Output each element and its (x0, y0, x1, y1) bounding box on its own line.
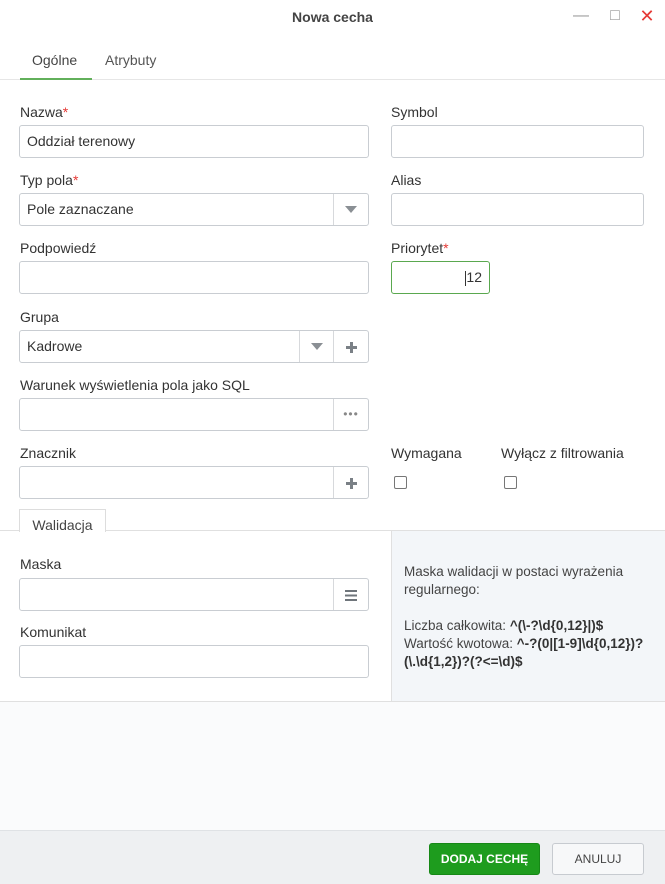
required-mark: * (62, 104, 69, 120)
chevron-down-icon[interactable] (299, 331, 334, 362)
required-mark: * (72, 172, 79, 188)
amount-label: Wartość kwotowa: (404, 636, 517, 651)
maximize-icon[interactable]: □ (605, 6, 625, 26)
tab-attributes[interactable]: Atrybuty (105, 52, 156, 68)
symbol-input[interactable] (391, 125, 644, 158)
cancel-button[interactable]: ANULUJ (552, 843, 644, 875)
add-group-button[interactable] (333, 331, 368, 362)
field-type-value: Pole zaznaczane (27, 201, 134, 217)
chevron-down-icon[interactable] (333, 194, 368, 225)
message-input[interactable] (19, 645, 369, 678)
priority-label: Priorytet* (391, 240, 449, 256)
add-tag-button[interactable] (333, 467, 368, 498)
priority-label-text: Priorytet (391, 240, 444, 256)
main-form: Nazwa* Oddział terenowy Symbol Typ pola*… (0, 80, 665, 530)
priority-value: 12 (466, 269, 482, 285)
symbol-label: Symbol (391, 104, 438, 120)
required-mark: * (443, 240, 449, 256)
title-bar: Nowa cecha — □ ✕ (0, 0, 665, 36)
hint-label: Podpowiedź (20, 240, 97, 256)
close-icon[interactable]: ✕ (637, 6, 657, 26)
integer-label: Liczba całkowita: (404, 618, 510, 633)
group-value: Kadrowe (27, 338, 83, 354)
plus-icon (345, 477, 357, 489)
list-icon[interactable] (333, 579, 368, 610)
exclude-filter-label: Wyłącz z filtrowania (501, 445, 624, 461)
sql-condition-input[interactable]: ••• (19, 398, 369, 431)
dialog-footer: DODAJ CECHĘ ANULUJ (0, 830, 665, 884)
name-label: Nazwa* (20, 104, 68, 120)
help-integer: Liczba całkowita: ^(\-?\d{0,12}|)$ (404, 617, 653, 635)
add-feature-button[interactable]: DODAJ CECHĘ (429, 843, 540, 875)
tab-bar: Ogólne Atrybuty (0, 36, 665, 80)
hint-input[interactable] (19, 261, 369, 294)
minimize-icon[interactable]: — (571, 6, 591, 26)
field-type-label: Typ pola* (20, 172, 78, 188)
tag-label: Znacznik (20, 445, 77, 461)
alias-label: Alias (391, 172, 422, 188)
tag-input[interactable] (19, 466, 369, 499)
required-checkbox[interactable] (394, 476, 407, 489)
exclude-filter-checkbox[interactable] (504, 476, 517, 489)
help-amount: Wartość kwotowa: ^-?(0|[1-9]\d{0,12})?(\… (404, 635, 653, 671)
name-input[interactable]: Oddział terenowy (19, 125, 369, 158)
validation-section: Maska Komunikat Maska walidacji w postac… (0, 530, 665, 702)
validation-help-panel: Maska walidacji w postaci wyrażenia regu… (391, 531, 665, 701)
sql-condition-label: Warunek wyświetlenia pola jako SQL (20, 377, 250, 393)
message-label: Komunikat (20, 624, 87, 640)
tab-general[interactable]: Ogólne (32, 52, 77, 68)
field-type-label-text: Typ pola (20, 172, 73, 188)
window-title: Nowa cecha (292, 9, 373, 25)
tab-validation[interactable]: Walidacja (19, 509, 106, 533)
group-select[interactable]: Kadrowe (19, 330, 369, 363)
mask-input[interactable] (19, 578, 369, 611)
plus-icon (345, 341, 357, 353)
integer-regex: ^(\-?\d{0,12}|)$ (509, 618, 604, 633)
alias-input[interactable] (391, 193, 644, 226)
group-label: Grupa (20, 309, 59, 325)
priority-input[interactable]: 12 (391, 261, 490, 294)
mask-label: Maska (20, 556, 62, 572)
required-checkbox-label: Wymagana (391, 445, 462, 461)
field-type-select[interactable]: Pole zaznaczane (19, 193, 369, 226)
help-intro: Maska walidacji w postaci wyrażenia regu… (404, 564, 624, 597)
ellipsis-icon[interactable]: ••• (333, 399, 368, 430)
name-label-text: Nazwa (20, 104, 63, 120)
